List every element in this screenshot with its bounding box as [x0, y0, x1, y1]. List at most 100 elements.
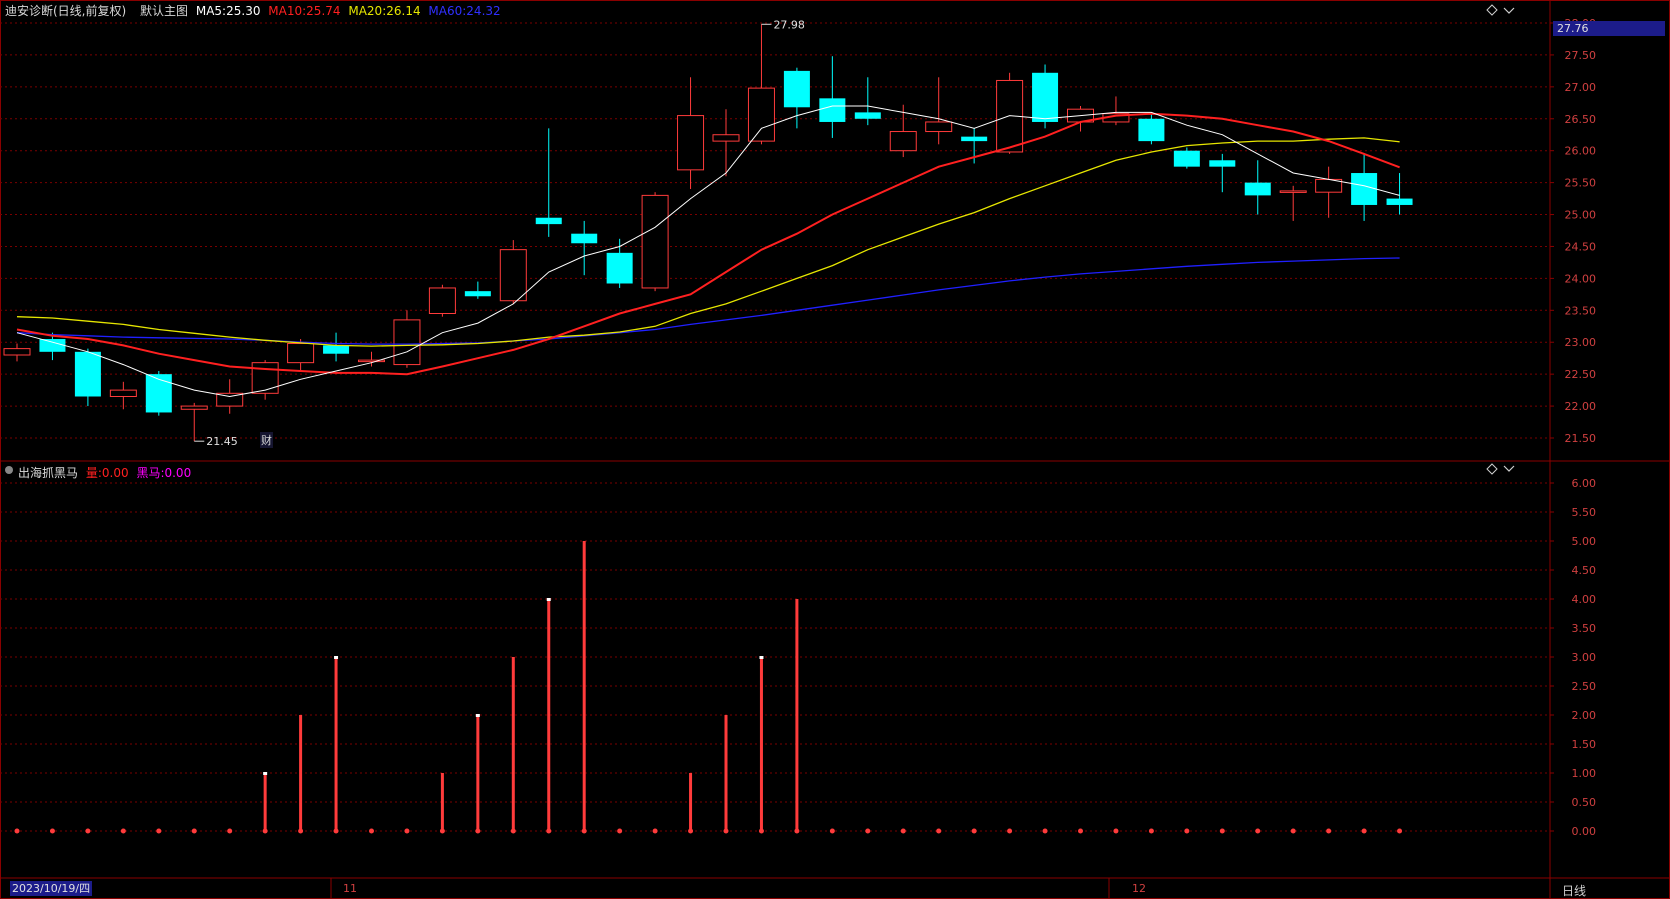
zero-dot [333, 828, 339, 834]
view-label[interactable]: 默认主图 [140, 4, 188, 18]
zero-dot [794, 828, 800, 834]
zero-dot [404, 828, 410, 834]
zero-dot [1042, 828, 1048, 834]
ma60-label: MA60: [428, 4, 467, 18]
candle-body-down [464, 291, 491, 297]
zero-dot [581, 828, 587, 834]
volume-bar-cap [334, 656, 339, 659]
candle-body-up [712, 134, 740, 142]
main-y-tick-label: 27.50 [1565, 49, 1597, 62]
ma10-value: 25.74 [306, 4, 341, 18]
sub-y-tick-label: 3.50 [1572, 622, 1597, 635]
horse-value: 0.00 [164, 466, 192, 480]
volume-bar [299, 715, 303, 831]
volume-bar [689, 773, 693, 831]
zero-dot [49, 828, 55, 834]
candle-body-up [180, 405, 208, 410]
zero-dot [369, 828, 374, 834]
vol-label: 量: [85, 466, 102, 480]
zero-dot [191, 828, 197, 834]
zero-dot [85, 828, 91, 834]
volume-bar [795, 599, 799, 831]
sub-y-tick-label: 5.50 [1572, 506, 1597, 519]
period-label[interactable]: 日线 [1562, 882, 1586, 899]
candle-body-up [428, 287, 456, 315]
zero-dot [1326, 828, 1332, 834]
candle-body-down [1032, 72, 1059, 122]
zero-dot [475, 828, 481, 834]
month-label-dec: 12 [1132, 882, 1146, 895]
high-price-label: 27.98 [773, 18, 805, 31]
candle-body-up [1279, 190, 1307, 193]
sub-y-tick-label: 6.00 [1572, 477, 1597, 490]
main-chart-header: 迪安诊断(日线,前复权) 默认主图 MA5:25.30 MA10:25.74 M… [5, 2, 505, 19]
finance-marker[interactable]: 财 [260, 432, 273, 448]
volume-bar [759, 657, 763, 831]
diamond-icon [1486, 4, 1498, 16]
volume-bar [263, 773, 267, 831]
candle-body-down [1138, 118, 1165, 142]
main-y-tick-label: 23.50 [1565, 304, 1597, 317]
month-label-nov: 11 [343, 882, 357, 895]
zero-dot [688, 828, 694, 834]
ma5-line [16, 105, 1400, 398]
sub-y-tick-label: 1.50 [1572, 738, 1597, 751]
candle-body-up [641, 194, 669, 289]
sub-y-tick-label: 5.00 [1572, 535, 1597, 548]
candle-body-down [819, 98, 846, 122]
main-y-tick-label: 23.00 [1565, 336, 1597, 349]
zero-dot [14, 828, 20, 834]
stock-title[interactable]: 迪安诊断(日线,前复权) [5, 4, 126, 18]
zero-dot [156, 828, 162, 834]
diamond-icon [1486, 463, 1498, 475]
window-border [0, 0, 1670, 899]
zero-dot [617, 828, 623, 834]
indicator-title[interactable]: 出海抓黑马 [18, 466, 78, 480]
volume-bar-cap [475, 714, 480, 717]
candle-body-down [1209, 160, 1236, 167]
stock-chart-window: 28.0027.5027.0026.5026.0025.5025.0024.50… [0, 0, 1670, 899]
candle-body-up [677, 115, 705, 171]
volume-bar [476, 715, 480, 831]
ma20-value: 26.14 [386, 4, 421, 18]
zero-dot [829, 828, 835, 834]
zero-dot [546, 828, 552, 834]
candle-body-up [925, 121, 953, 133]
candle-body-down [74, 351, 101, 397]
chevron-down-icon [1503, 465, 1515, 472]
main-y-tick-label: 25.00 [1565, 209, 1597, 222]
sub-y-tick-label: 2.00 [1572, 709, 1597, 722]
volume-bar [582, 541, 586, 831]
candle-body-down [145, 374, 172, 413]
chart-canvas: 28.0027.5027.0026.5026.0025.5025.0024.50… [0, 0, 1670, 899]
candle-body-down [39, 339, 66, 352]
candle-body-down [961, 136, 988, 142]
zero-dot [262, 828, 268, 834]
zero-dot [1290, 828, 1296, 834]
candle-body-up [287, 343, 315, 364]
volume-bar [334, 657, 338, 831]
zero-dot [723, 828, 729, 834]
zero-dot [1361, 828, 1367, 834]
zero-dot [1255, 828, 1261, 834]
candle-body-down [606, 252, 633, 284]
horse-label: 黑马: [136, 466, 165, 480]
candle-body-down [1386, 198, 1413, 205]
zero-dot [298, 828, 304, 834]
zero-dot [1148, 828, 1154, 834]
candle-body-up [109, 389, 137, 398]
volume-bar [724, 715, 728, 831]
main-y-tick-label: 26.50 [1565, 113, 1597, 126]
zero-dot [1007, 828, 1013, 834]
sub-y-tick-label: 3.00 [1572, 651, 1597, 664]
volume-bar-cap [263, 772, 268, 775]
candle-body-down [535, 217, 562, 225]
zero-dot [936, 828, 942, 834]
zero-dot [1184, 828, 1190, 834]
candle-body-down [1173, 150, 1200, 167]
zero-dot [1078, 828, 1083, 834]
candle-body-up [747, 87, 775, 142]
ma10-label: MA10: [268, 4, 307, 18]
candle-body-up [251, 362, 279, 394]
candle-body-down [854, 112, 881, 119]
